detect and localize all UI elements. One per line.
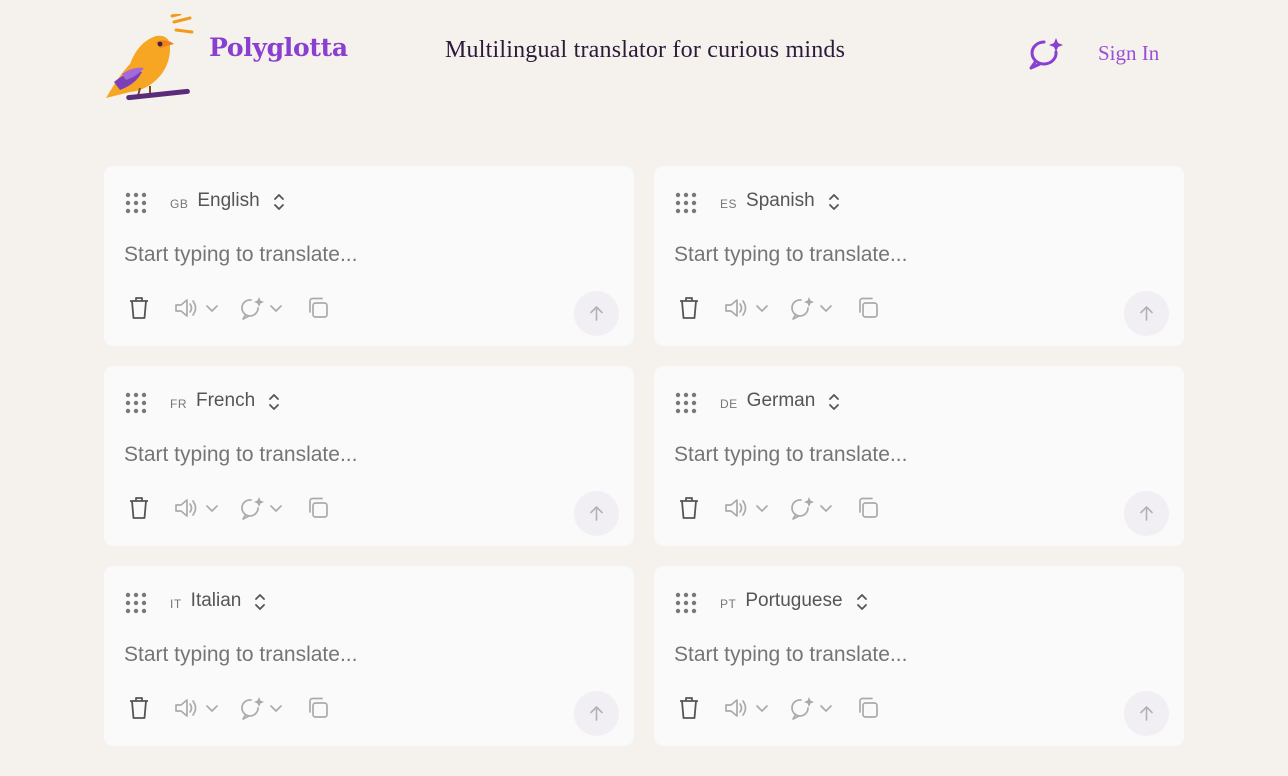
copy-icon[interactable] — [306, 296, 332, 320]
language-code: DE — [720, 397, 738, 411]
language-code: PT — [720, 597, 737, 611]
copy-icon[interactable] — [306, 496, 332, 520]
speaker-icon[interactable] — [724, 496, 772, 520]
brand-name: Polyglotta — [209, 33, 348, 62]
translation-input[interactable] — [674, 443, 1154, 467]
send-button[interactable] — [1124, 491, 1169, 536]
language-name: English — [197, 190, 260, 211]
ai-chat-sparkle-icon[interactable] — [790, 696, 838, 720]
language-code: ES — [720, 197, 738, 211]
trash-icon[interactable] — [128, 496, 150, 520]
chevron-up-down-icon — [269, 394, 280, 410]
send-button[interactable] — [574, 691, 619, 736]
ai-chat-sparkle-icon[interactable] — [790, 496, 838, 520]
arrow-up-icon — [1140, 706, 1153, 721]
translation-card: DE German — [654, 366, 1184, 546]
send-button[interactable] — [1124, 691, 1169, 736]
arrow-up-icon — [1140, 306, 1153, 321]
drag-handle-icon[interactable] — [124, 191, 148, 215]
translation-card: IT Italian — [104, 566, 634, 746]
arrow-up-icon — [590, 306, 603, 321]
translation-input[interactable] — [124, 643, 604, 667]
drag-handle-icon[interactable] — [124, 391, 148, 415]
app-header: Polyglotta Multilingual translator for c… — [0, 0, 1288, 120]
trash-icon[interactable] — [678, 696, 700, 720]
ai-chat-sparkle-icon[interactable] — [790, 296, 838, 320]
chevron-up-down-icon — [829, 394, 840, 410]
trash-icon[interactable] — [128, 696, 150, 720]
send-button[interactable] — [574, 291, 619, 336]
speaker-icon[interactable] — [174, 496, 222, 520]
ai-chat-sparkle-icon[interactable] — [240, 696, 288, 720]
chevron-up-down-icon — [828, 194, 839, 210]
bird-logo-icon — [106, 14, 194, 101]
translation-input[interactable] — [124, 243, 604, 267]
drag-handle-icon[interactable] — [674, 191, 698, 215]
drag-handle-icon[interactable] — [674, 591, 698, 615]
speaker-icon[interactable] — [174, 296, 222, 320]
translation-input[interactable] — [124, 443, 604, 467]
chevron-up-down-icon — [273, 194, 284, 210]
arrow-up-icon — [590, 506, 603, 521]
chevron-up-down-icon — [255, 594, 266, 610]
copy-icon[interactable] — [856, 296, 882, 320]
translation-card: FR French — [104, 366, 634, 546]
ai-chat-sparkle-icon[interactable] — [240, 296, 288, 320]
send-button[interactable] — [574, 491, 619, 536]
tagline: Multilingual translator for curious mind… — [445, 37, 846, 63]
drag-handle-icon[interactable] — [674, 391, 698, 415]
send-button[interactable] — [1124, 291, 1169, 336]
language-code: GB — [170, 197, 189, 211]
ai-chat-sparkle-icon[interactable] — [240, 496, 288, 520]
speaker-icon[interactable] — [174, 696, 222, 720]
translation-input[interactable] — [674, 243, 1154, 267]
arrow-up-icon — [1140, 506, 1153, 521]
translation-card: ES Spanish — [654, 166, 1184, 346]
copy-icon[interactable] — [306, 696, 332, 720]
translation-card: GB English — [104, 166, 634, 346]
speaker-icon[interactable] — [724, 296, 772, 320]
language-code: FR — [170, 397, 187, 411]
copy-icon[interactable] — [856, 496, 882, 520]
language-name: Spanish — [746, 190, 815, 211]
copy-icon[interactable] — [856, 696, 882, 720]
arrow-up-icon — [590, 706, 603, 721]
drag-handle-icon[interactable] — [124, 591, 148, 615]
language-code: IT — [170, 597, 182, 611]
trash-icon[interactable] — [128, 296, 150, 320]
trash-icon[interactable] — [678, 296, 700, 320]
translation-card: PT Portuguese — [654, 566, 1184, 746]
ai-assistant-icon[interactable] — [1026, 36, 1066, 72]
language-name: Portuguese — [745, 590, 843, 611]
sign-in-link[interactable]: Sign In — [1098, 41, 1159, 66]
language-name: Italian — [190, 590, 242, 611]
language-name: French — [196, 390, 256, 411]
speaker-icon[interactable] — [724, 696, 772, 720]
language-name: German — [746, 390, 816, 411]
translation-input[interactable] — [674, 643, 1154, 667]
chevron-up-down-icon — [856, 594, 867, 610]
trash-icon[interactable] — [678, 496, 700, 520]
